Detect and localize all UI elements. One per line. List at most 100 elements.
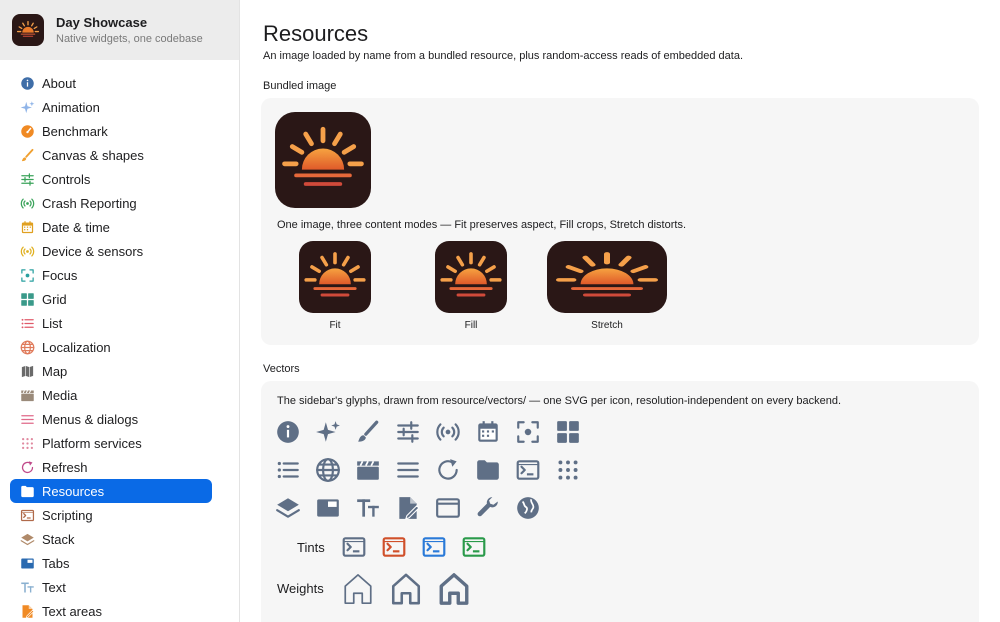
dots-grid-icon (555, 457, 581, 483)
sidebar-item-platform-services[interactable]: Platform services (10, 431, 212, 455)
sidebar-item-media[interactable]: Media (10, 383, 212, 407)
sparkles-icon (19, 99, 35, 115)
globe-icon (315, 457, 341, 483)
main-content: Resources An image loaded by name from a… (241, 0, 1000, 622)
sliders-icon (395, 419, 421, 445)
sidebar-item-label: List (42, 315, 63, 331)
sidebar-item-grid[interactable]: Grid (10, 287, 212, 311)
sidebar: Day Showcase Native widgets, one codebas… (0, 0, 240, 622)
sidebar-item-label: Grid (42, 291, 67, 307)
sidebar-item-map[interactable]: Map (10, 359, 212, 383)
sidebar-item-controls[interactable]: Controls (10, 167, 212, 191)
sidebar-item-label: Stack (42, 531, 75, 547)
text-size-icon (355, 495, 381, 521)
folder-icon (475, 457, 501, 483)
tabs-icon (19, 555, 35, 571)
sidebar-item-date-time[interactable]: Date & time (10, 215, 212, 239)
brush-icon (19, 147, 35, 163)
sidebar-item-label: Media (42, 387, 78, 403)
terminal-icon (461, 534, 487, 560)
sidebar-item-crash-reporting[interactable]: Crash Reporting (10, 191, 212, 215)
sidebar-item-tabs[interactable]: Tabs (10, 551, 212, 575)
menu-icon (19, 411, 35, 427)
map-icon (19, 363, 35, 379)
sidebar-item-label: About (42, 75, 76, 91)
sidebar-item-canvas-shapes[interactable]: Canvas & shapes (10, 143, 212, 167)
globe-filled-icon (515, 495, 541, 521)
sidebar-item-label: Localization (42, 339, 111, 355)
focus-icon (19, 267, 35, 283)
sidebar-item-about[interactable]: About (10, 71, 212, 95)
window-icon (435, 495, 461, 521)
sidebar-item-label: Crash Reporting (42, 195, 137, 211)
info-icon (19, 75, 35, 91)
refresh-icon (435, 457, 461, 483)
app-header: Day Showcase Native widgets, one codebas… (0, 0, 239, 60)
sidebar-item-label: Text areas (42, 603, 102, 619)
calendar-icon (475, 419, 501, 445)
sidebar-item-label: Text (42, 579, 66, 595)
mode-stretch-image (547, 241, 667, 313)
bundled-image-card: One image, three content modes — Fit pre… (261, 98, 979, 345)
sidebar-item-label: Focus (42, 267, 78, 283)
app-title: Day Showcase (56, 14, 148, 30)
sidebar-item-label: Device & sensors (42, 243, 144, 259)
broadcast-icon (19, 243, 35, 259)
sparkles-icon (315, 419, 341, 445)
mode-fill-image (435, 241, 507, 313)
sidebar-item-label: Scripting (42, 507, 93, 523)
sidebar-item-resources[interactable]: Resources (10, 479, 212, 503)
grid-icon (555, 419, 581, 445)
home-icon (437, 572, 471, 606)
grid-icon (19, 291, 35, 307)
mode-fit-image (299, 241, 371, 313)
mode-fill: Fill (435, 241, 507, 331)
text-size-icon (19, 579, 35, 595)
sidebar-item-label: Animation (42, 99, 100, 115)
section-vectors: Vectors (263, 363, 300, 375)
list-icon (275, 457, 301, 483)
layers-icon (275, 495, 301, 521)
sidebar-item-label: Refresh (42, 459, 88, 475)
sidebar-item-label: Platform services (42, 435, 142, 451)
sidebar-item-menus-dialogs[interactable]: Menus & dialogs (10, 407, 212, 431)
sidebar-item-localization[interactable]: Localization (10, 335, 212, 359)
terminal-icon (341, 534, 367, 560)
sidebar-item-label: Controls (42, 171, 91, 187)
sidebar-item-stack[interactable]: Stack (10, 527, 212, 551)
sidebar-item-label: Map (42, 363, 68, 379)
gauge-icon (19, 123, 35, 139)
sidebar-item-label: Tabs (42, 555, 70, 571)
wrench-icon (475, 495, 501, 521)
globe-icon (19, 339, 35, 355)
sidebar-nav: About Animation Benchmark Canvas & shapes Co… (0, 60, 239, 622)
terminal-icon (381, 534, 407, 560)
sidebar-item-refresh[interactable]: Refresh (10, 455, 212, 479)
list-icon (19, 315, 35, 331)
sidebar-item-scripting[interactable]: Scripting (10, 503, 212, 527)
sidebar-item-label: Resources (42, 483, 105, 499)
sidebar-item-list[interactable]: List (10, 311, 212, 335)
sidebar-item-label: Menus & dialogs (42, 411, 139, 427)
folder-icon (19, 483, 35, 499)
sidebar-item-device-sensors[interactable]: Device & sensors (10, 239, 212, 263)
mode-fit: Fit (299, 241, 371, 331)
app-logo-icon (12, 14, 44, 46)
layers-icon (19, 531, 35, 547)
tabs-icon (315, 495, 341, 521)
focus-icon (515, 419, 541, 445)
sidebar-item-text[interactable]: Text (10, 575, 212, 599)
mode-stretch-label: Stretch (591, 320, 623, 331)
sidebar-item-focus[interactable]: Focus (10, 263, 212, 287)
mode-fill-label: Fill (464, 320, 478, 331)
broadcast-icon (435, 419, 461, 445)
document-edit-icon (19, 603, 35, 619)
page-description: An image loaded by name from a bundled r… (263, 50, 744, 62)
home-icon (389, 572, 423, 606)
sidebar-item-benchmark[interactable]: Benchmark (10, 119, 212, 143)
sliders-icon (19, 171, 35, 187)
sidebar-item-animation[interactable]: Animation (10, 95, 212, 119)
calendar-icon (19, 219, 35, 235)
sidebar-item-text-areas[interactable]: Text areas (10, 599, 212, 622)
refresh-icon (19, 459, 35, 475)
